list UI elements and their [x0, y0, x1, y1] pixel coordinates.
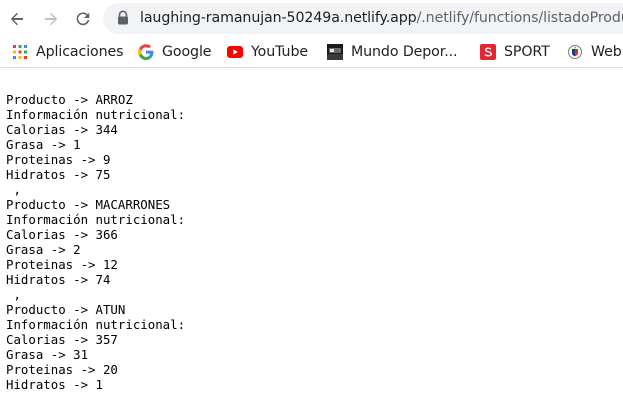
text-line: Hidratos -> 1: [6, 377, 103, 392]
bookmark-label: Google: [162, 44, 212, 60]
text-line: Producto -> ATUN: [6, 302, 126, 317]
text-line: Proteinas -> 9: [6, 152, 111, 167]
text-line: Calorias -> 366: [6, 227, 118, 242]
text-line: ,: [6, 182, 21, 197]
bookmark-label: SPORT: [504, 44, 550, 60]
browser-toolbar: laughing-ramanujan-50249a.netlify.app/.n…: [0, 0, 623, 38]
address-bar[interactable]: laughing-ramanujan-50249a.netlify.app/.n…: [103, 3, 623, 34]
text-line: Grasa -> 31: [6, 347, 89, 362]
text-line: Información nutricional:: [6, 317, 186, 332]
reload-button[interactable]: [70, 6, 96, 32]
text-line: Hidratos -> 74: [6, 272, 111, 287]
url-path: /.netlify/functions/listadoProductos: [416, 10, 623, 26]
bookmark-aplicaciones[interactable]: Aplicaciones: [12, 41, 124, 63]
bookmark-label: Mundo Depor...: [351, 44, 458, 60]
arrow-right-icon: [45, 12, 58, 26]
text-line: Grasa -> 1: [6, 137, 81, 152]
url-text[interactable]: laughing-ramanujan-50249a.netlify.app/.n…: [140, 9, 623, 28]
text-line: Proteinas -> 20: [6, 362, 118, 377]
bookmark-google[interactable]: Google: [138, 41, 212, 63]
bookmark-label: Web: [591, 44, 622, 60]
lock-icon[interactable]: [116, 10, 130, 26]
youtube-icon: [227, 44, 243, 60]
arrow-left-icon: [10, 12, 23, 26]
forward-button[interactable]: [38, 6, 64, 32]
text-line: Calorias -> 344: [6, 122, 118, 137]
web-crest-icon: [567, 44, 583, 60]
apps-grid-icon: [12, 44, 28, 60]
text-line: ,: [6, 287, 21, 302]
bookmarks-bar: Aplicaciones Google YouTube Mundo Depor.…: [0, 38, 623, 68]
bookmark-label: Aplicaciones: [36, 44, 124, 60]
sport-icon: [480, 44, 496, 60]
bookmark-label: YouTube: [251, 44, 308, 60]
url-host: laughing-ramanujan-50249a.netlify.app: [140, 10, 417, 26]
bookmark-web[interactable]: Web: [567, 41, 622, 63]
google-icon: [138, 44, 154, 60]
response-text: Producto -> ARROZ Información nutricional…: [6, 92, 185, 392]
text-line: Calorias -> 357: [6, 332, 118, 347]
text-line: Grasa -> 2: [6, 242, 81, 257]
text-line: Hidratos -> 75: [6, 167, 111, 182]
reload-icon: [76, 12, 90, 26]
bookmark-sport[interactable]: SPORT: [480, 41, 550, 63]
text-line: Producto -> MACARRONES: [6, 197, 171, 212]
bookmark-youtube[interactable]: YouTube: [227, 41, 308, 63]
mundo-deportivo-icon: [327, 44, 343, 60]
text-line: Información nutricional:: [6, 107, 186, 122]
text-line: Producto -> ARROZ: [6, 92, 133, 107]
text-line: Proteinas -> 12: [6, 257, 118, 272]
back-button[interactable]: [4, 6, 30, 32]
text-line: Información nutricional:: [6, 212, 186, 227]
bookmark-mundo-deportivo[interactable]: Mundo Depor...: [327, 41, 458, 63]
